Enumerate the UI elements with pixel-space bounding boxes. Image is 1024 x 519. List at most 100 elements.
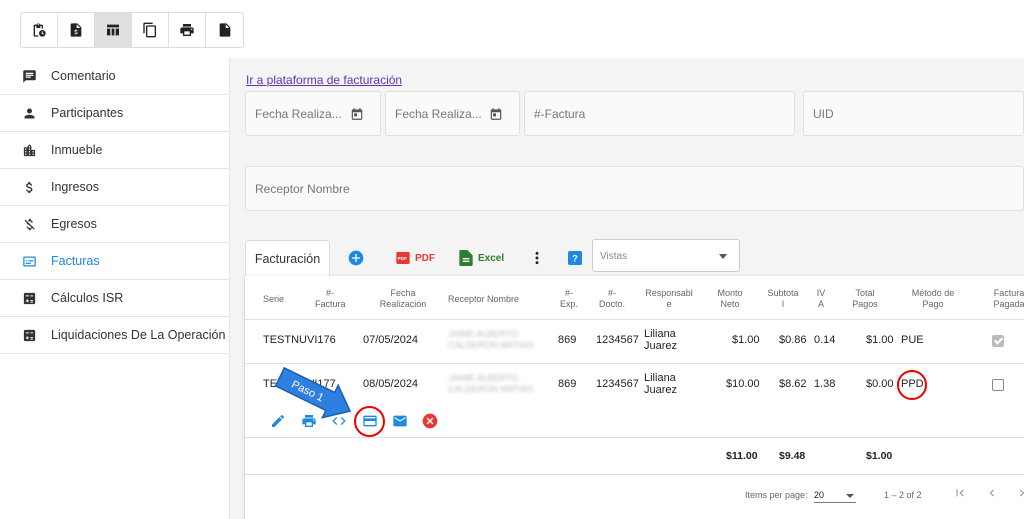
cell-serie: TESTNUVI176 [263, 334, 336, 346]
chevron-down-icon [719, 254, 727, 259]
document-icon[interactable] [206, 13, 243, 47]
field-label: Fecha Realiza... [395, 106, 482, 121]
col-header-responsable[interactable]: Responsabl e [643, 288, 695, 310]
col-header-serie[interactable]: Serie [263, 294, 284, 305]
table-icon[interactable] [95, 13, 132, 47]
cell-exp: 869 [558, 334, 577, 346]
cell-receptor: JAIME ALBERTO CALDERON MATIAS [448, 373, 534, 394]
pdf-export-button[interactable]: PDF PDF [395, 250, 435, 266]
factura-number-field[interactable]: #-Factura [524, 91, 795, 136]
field-label: Fecha Realiza... [255, 106, 342, 121]
receptor-nombre-field[interactable]: Receptor Nombre [245, 166, 1024, 211]
uid-field[interactable]: UID [803, 91, 1024, 136]
cell-fecha: 07/05/2024 [363, 334, 419, 346]
sidebar-item-inmueble[interactable]: Inmueble [0, 132, 229, 169]
highlight-circle-ppd [897, 370, 927, 400]
vistas-placeholder: Vistas [600, 251, 628, 262]
cell-fecha: 08/05/2024 [363, 378, 419, 390]
sidebar-item-comentario[interactable]: Comentario [0, 58, 229, 95]
excel-icon [459, 250, 473, 266]
items-per-page-label: Items per page: [745, 490, 808, 500]
field-label: #-Factura [534, 106, 586, 121]
email-icon[interactable] [392, 413, 408, 429]
total-pagos: $1.00 [866, 450, 893, 462]
sidebar-item-label: Liquidaciones De La Operación [51, 328, 226, 342]
calendar-icon[interactable] [489, 107, 503, 121]
sidebar-item-label: Inmueble [51, 143, 103, 157]
sidebar-item-participantes[interactable]: Participantes [0, 95, 229, 132]
copy-icon[interactable] [132, 13, 169, 47]
fecha-realizacion-from-field[interactable]: Fecha Realiza... [245, 91, 381, 136]
col-header-factura[interactable]: #- Factura [315, 288, 346, 310]
previous-page-icon[interactable] [985, 486, 999, 500]
sidebar-item-label: Egresos [51, 217, 97, 231]
more-options-button[interactable] [534, 250, 540, 266]
step-arrow: Paso 1 [274, 366, 352, 419]
cancel-icon[interactable] [422, 413, 438, 429]
cell-total: $1.00 [866, 334, 894, 346]
sidebar-item-label: Facturas [51, 254, 100, 268]
col-header-subtotal[interactable]: Subtota l [765, 288, 801, 310]
col-header-iva[interactable]: IV A [813, 288, 829, 310]
calendar-icon[interactable] [350, 107, 364, 121]
clipboard-clock-icon[interactable] [21, 13, 58, 47]
help-button[interactable]: ? [568, 251, 582, 265]
cell-exp: 869 [558, 378, 577, 390]
sidebar-item-label: Comentario [51, 69, 116, 83]
row-divider [245, 437, 1024, 438]
sidebar-item-label: Ingresos [51, 180, 99, 194]
cell-iva: 1.38 [814, 378, 836, 390]
help-icon: ? [568, 251, 582, 265]
tab-facturacion[interactable]: Facturación [245, 240, 330, 276]
sidebar-item-liquidaciones[interactable]: Liquidaciones De La Operación [0, 317, 229, 354]
col-header-total[interactable]: Total Pagos [847, 288, 883, 310]
vistas-select[interactable]: Vistas [592, 239, 740, 272]
col-header-monto[interactable]: Monto Neto [715, 288, 745, 310]
sidebar-item-label: Participantes [51, 106, 124, 120]
cell-monto: $10.00 [726, 378, 760, 390]
sidebar-item-calculos-isr[interactable]: Cálculos ISR [0, 280, 229, 317]
field-label: Receptor Nombre [255, 181, 350, 196]
row-divider [245, 363, 1024, 364]
dollar-icon [26, 181, 33, 193]
cell-docto: 1234567 [596, 378, 639, 390]
excel-export-button[interactable]: Excel [459, 250, 504, 266]
col-header-fecha[interactable]: Fecha Realización [373, 288, 433, 310]
col-header-pagada[interactable]: Factura Pagada [989, 288, 1024, 310]
field-label: UID [813, 106, 834, 121]
dollar-off-icon [24, 218, 35, 230]
cell-monto: $1.00 [732, 334, 760, 346]
next-page-icon[interactable] [1015, 486, 1024, 500]
col-header-metodo[interactable]: Método de Pago [905, 288, 961, 310]
excel-label: Excel [478, 252, 505, 264]
sidebar-item-egresos[interactable]: Egresos [0, 206, 229, 243]
cell-subtotal: $8.62 [779, 378, 807, 390]
col-header-exp[interactable]: #- Exp. [557, 288, 581, 310]
invoice-dollar-icon[interactable] [58, 13, 95, 47]
print-icon[interactable] [169, 13, 206, 47]
calculator-icon [23, 329, 36, 341]
pdf-label: PDF [415, 252, 435, 264]
billing-platform-link[interactable]: Ir a plataforma de facturación [246, 73, 402, 87]
col-header-receptor[interactable]: Receptor Nombre [448, 294, 519, 305]
sidebar-item-ingresos[interactable]: Ingresos [0, 169, 229, 206]
fecha-realizacion-to-field[interactable]: Fecha Realiza... [385, 91, 520, 136]
building-icon [23, 143, 36, 156]
col-header-docto[interactable]: #- Docto. [597, 288, 627, 310]
total-subtotal: $9.48 [779, 450, 806, 462]
person-icon [24, 108, 35, 118]
more-vert-icon [535, 251, 539, 265]
pagada-checkbox[interactable] [992, 379, 1004, 391]
first-page-icon[interactable] [953, 486, 967, 500]
cell-responsable: Liliana Juarez [644, 328, 678, 352]
total-monto: $11.00 [726, 450, 758, 462]
cell-iva: 0.14 [814, 334, 836, 346]
pagada-checkbox[interactable] [992, 335, 1004, 347]
add-button[interactable] [348, 250, 364, 266]
svg-text:?: ? [572, 254, 578, 264]
top-toolbar [20, 12, 244, 48]
page-size-select[interactable]: 20 [814, 490, 856, 503]
sidebar-item-facturas[interactable]: Facturas [0, 243, 229, 280]
header-divider [245, 319, 1024, 320]
cell-receptor: JAIME ALBERTO CALDERON MATIAS [448, 329, 534, 350]
